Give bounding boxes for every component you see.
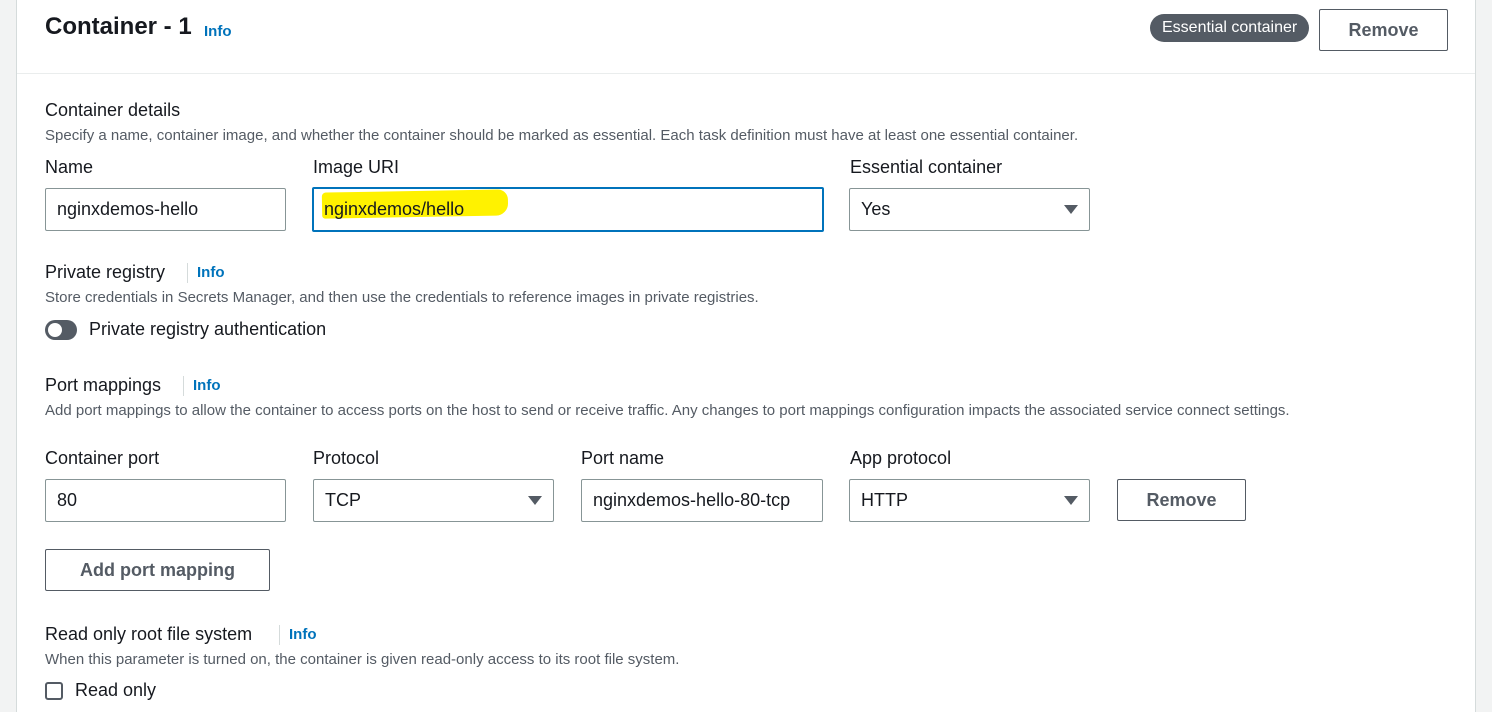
app-protocol-select[interactable]: HTTP bbox=[849, 479, 1090, 522]
essential-container-badge: Essential container bbox=[1150, 14, 1310, 42]
caret-down-icon bbox=[1064, 205, 1078, 214]
protocol-select[interactable]: TCP bbox=[313, 479, 554, 522]
port-mappings-description: Add port mappings to allow the container… bbox=[45, 402, 1290, 419]
container-port-input[interactable]: 80 bbox=[45, 479, 286, 522]
readonly-fs-description: When this parameter is turned on, the co… bbox=[45, 651, 680, 668]
header-info-link[interactable]: Info bbox=[204, 23, 232, 40]
app-protocol-label: App protocol bbox=[850, 448, 952, 468]
container-details-description: Specify a name, container image, and whe… bbox=[45, 127, 1079, 144]
private-registry-description: Store credentials in Secrets Manager, an… bbox=[45, 289, 759, 306]
private-registry-toggle-label: Private registry authentication bbox=[89, 319, 327, 339]
image-uri-value: nginxdemos/hello bbox=[324, 199, 465, 219]
readonly-fs-title: Read only root file system bbox=[45, 624, 253, 644]
name-input[interactable]: nginxdemos-hello bbox=[45, 188, 286, 231]
read-only-checkbox-label: Read only bbox=[75, 680, 157, 700]
container-title: Container - 1 bbox=[45, 13, 192, 40]
essential-container-value: Yes bbox=[861, 199, 891, 219]
read-only-checkbox[interactable] bbox=[45, 682, 63, 700]
private-registry-toggle[interactable] bbox=[45, 320, 77, 340]
image-uri-input[interactable]: nginxdemos/hello bbox=[312, 187, 824, 232]
add-port-mapping-button[interactable]: Add port mapping bbox=[45, 549, 270, 591]
protocol-value: TCP bbox=[325, 490, 361, 510]
divider bbox=[183, 376, 184, 396]
container-panel: Container - 1 Info Essential container R… bbox=[16, 0, 1476, 712]
image-uri-label: Image URI bbox=[313, 157, 400, 177]
port-name-label: Port name bbox=[581, 448, 665, 468]
divider bbox=[279, 625, 280, 645]
app-protocol-value: HTTP bbox=[861, 490, 908, 510]
container-header: Container - 1 Info Essential container R… bbox=[17, 0, 1475, 74]
divider bbox=[187, 263, 188, 283]
port-mappings-title: Port mappings bbox=[45, 375, 162, 395]
container-details-title: Container details bbox=[45, 100, 181, 120]
port-name-input[interactable]: nginxdemos-hello-80-tcp bbox=[581, 479, 823, 522]
port-mappings-info-link[interactable]: Info bbox=[193, 377, 221, 394]
private-registry-info-link[interactable]: Info bbox=[197, 264, 225, 281]
caret-down-icon bbox=[1064, 496, 1078, 505]
caret-down-icon bbox=[528, 496, 542, 505]
container-port-label: Container port bbox=[45, 448, 160, 468]
remove-port-mapping-button[interactable]: Remove bbox=[1117, 479, 1246, 521]
essential-container-label: Essential container bbox=[850, 157, 1003, 177]
readonly-fs-info-link[interactable]: Info bbox=[289, 626, 317, 643]
essential-container-select[interactable]: Yes bbox=[849, 188, 1090, 231]
protocol-label: Protocol bbox=[313, 448, 380, 468]
name-label: Name bbox=[45, 157, 94, 177]
private-registry-title: Private registry bbox=[45, 262, 166, 282]
remove-container-button[interactable]: Remove bbox=[1319, 9, 1448, 51]
toggle-knob bbox=[48, 323, 62, 337]
